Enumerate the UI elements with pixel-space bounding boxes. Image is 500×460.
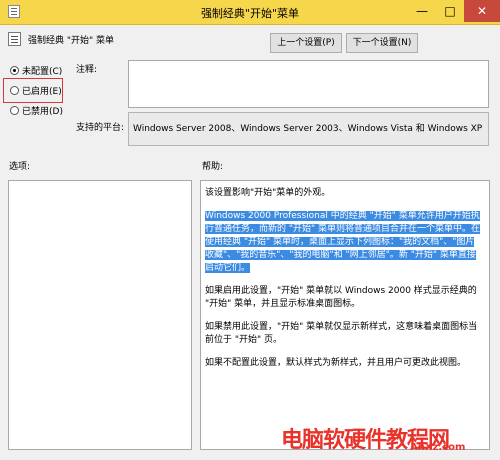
options-pane[interactable] xyxy=(8,180,192,450)
watermark-url: AnXz.com xyxy=(410,442,466,453)
radio-label: 已禁用(D) xyxy=(22,107,63,117)
prev-setting-button[interactable]: 上一个设置(P) xyxy=(270,33,342,53)
minimize-button[interactable]: — xyxy=(408,0,436,22)
options-label: 选项: xyxy=(9,162,31,172)
close-button[interactable]: ✕ xyxy=(464,0,500,22)
help-paragraph-selected: Windows 2000 Professional 中的经典 "开始" 菜单允许… xyxy=(205,210,481,275)
comment-label: 注释: xyxy=(76,65,98,75)
platform-value: Windows Server 2008、Windows Server 2003、… xyxy=(133,124,483,134)
help-paragraph: 该设置影响"开始"菜单的外观。 xyxy=(205,188,331,198)
radio-disabled[interactable]: 已禁用(D) xyxy=(10,104,63,118)
comment-textarea[interactable] xyxy=(128,60,489,108)
selected-text: Windows 2000 Professional 中的经典 "开始" 菜单允许… xyxy=(205,211,481,273)
radio-button[interactable] xyxy=(10,106,19,115)
help-label: 帮助: xyxy=(202,162,224,172)
setting-icon xyxy=(8,32,21,46)
highlight-box xyxy=(3,78,63,103)
help-paragraph: 如果启用此设置，"开始" 菜单就以 Windows 2000 样式显示经典的 "… xyxy=(205,286,477,309)
maximize-button[interactable]: □ xyxy=(436,0,464,22)
platform-field: Windows Server 2008、Windows Server 2003、… xyxy=(128,112,489,146)
setting-name: 强制经典 "开始" 菜单 xyxy=(28,36,115,46)
title-bar: 强制经典"开始"菜单 — □ ✕ xyxy=(0,0,500,25)
platform-label: 支持的平台: xyxy=(76,123,125,133)
help-paragraph: 如果禁用此设置，"开始" 菜单就仅显示新样式，这意味着桌面图标当前位于 "开始"… xyxy=(205,322,478,345)
next-setting-button[interactable]: 下一个设置(N) xyxy=(346,33,418,53)
help-paragraph: 如果不配置此设置，默认样式为新样式，并且用户可更改此视图。 xyxy=(205,358,467,368)
radio-label: 未配置(C) xyxy=(22,67,63,77)
radio-not-configured[interactable]: 未配置(C) xyxy=(10,64,62,78)
radio-button-selected[interactable] xyxy=(10,66,19,75)
help-pane[interactable]: 该设置影响"开始"菜单的外观。 Windows 2000 Professiona… xyxy=(200,180,490,450)
